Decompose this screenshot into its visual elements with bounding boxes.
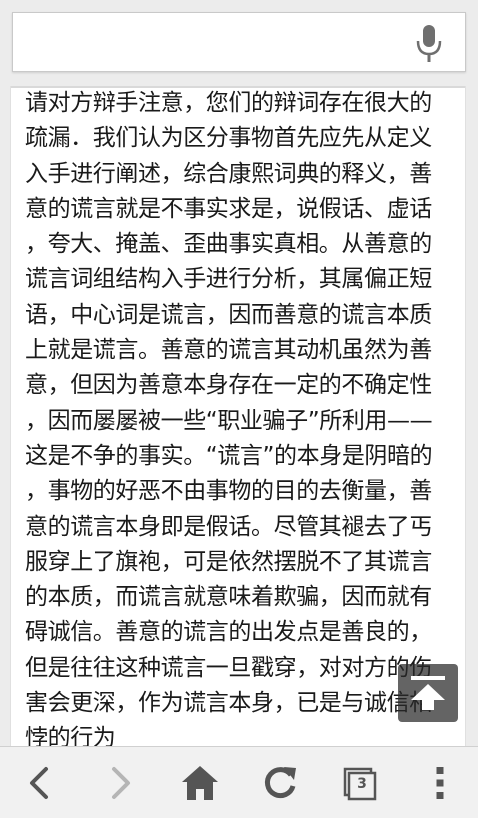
overflow-menu-icon <box>436 767 444 799</box>
article-line: 服穿上了旗袍，可是依然摆脱不了其谎言 <box>25 548 432 575</box>
article-line: ，因而屡屡被一些“职业骗子”所利用—— <box>25 407 433 434</box>
article-line: 意，但因为善意本身存在一定的不确定性 <box>25 372 432 399</box>
back-to-top-icon <box>411 676 445 710</box>
article-line: 入手进行阐述，综合康熙词典的释义，善 <box>25 160 432 187</box>
search-bar[interactable] <box>12 12 466 72</box>
overflow-menu-button[interactable] <box>418 761 462 805</box>
back-button[interactable] <box>18 761 62 805</box>
article-line: 上就是谎言。善意的谎言其动机虽然为善 <box>25 337 432 364</box>
search-input[interactable] <box>23 21 407 65</box>
article-line: 语，中心词是谎言，因而善意的谎言本质 <box>25 301 432 328</box>
article-line: ，夸大、掩盖、歪曲事实真相。从善意的 <box>25 231 432 258</box>
article-line: 悖的行为 <box>25 725 116 746</box>
forward-button[interactable] <box>98 761 142 805</box>
article-line: 的本质，而谎言就意味着欺骗，因而就有 <box>25 584 432 611</box>
microphone-icon[interactable] <box>415 25 443 63</box>
article-line: 意的谎言就是不事实求是，说假话、虚话 <box>25 195 432 222</box>
article-line: 意的谎言本身即是假话。尽管其褪去了丐 <box>25 513 432 540</box>
article-content[interactable]: 请对方辩手注意，您们的辩词存在很大的 疏漏．我们认为区分事物首先应先从定义 入手进行… <box>10 86 466 746</box>
tabs-button[interactable]: 3 <box>340 761 384 805</box>
home-icon <box>182 766 218 800</box>
content-divider <box>11 86 465 88</box>
tabs-count: 3 <box>357 776 367 792</box>
article-text: 请对方辩手注意，您们的辩词存在很大的 疏漏．我们认为区分事物首先应先从定义 入手进行… <box>11 86 465 746</box>
article-line: 疏漏．我们认为区分事物首先应先从定义 <box>25 125 432 152</box>
bottom-navigation-bar: 3 <box>0 746 478 818</box>
back-arrow-icon <box>30 767 48 799</box>
refresh-icon <box>264 767 296 799</box>
back-to-top-button[interactable] <box>398 664 458 722</box>
article-line: 碍诚信。善意的谎言的出发点是善良的， <box>25 619 432 646</box>
article-line: 请对方辩手注意，您们的辩词存在很大的 <box>25 90 432 116</box>
article-line: 这是不争的事实。“谎言”的本身是阴暗的 <box>25 442 433 469</box>
refresh-button[interactable] <box>258 761 302 805</box>
home-button[interactable] <box>178 761 222 805</box>
forward-arrow-icon <box>112 767 130 799</box>
article-line: 谎言词组结构入手进行分析，其属偏正短 <box>25 266 432 293</box>
article-line: ，事物的好恶不由事物的目的去衡量，善 <box>25 478 432 505</box>
